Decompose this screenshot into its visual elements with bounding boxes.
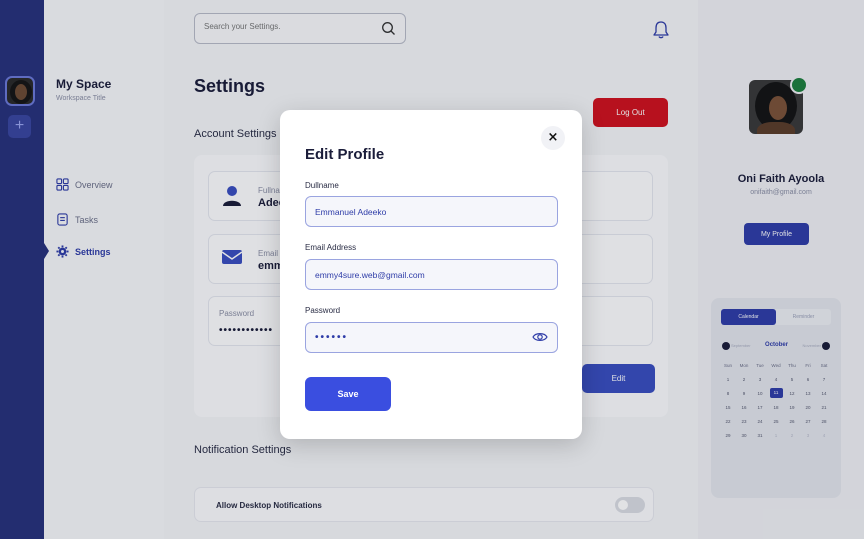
save-button[interactable]: Save (305, 377, 391, 411)
fullname-field[interactable] (305, 196, 558, 227)
eye-icon[interactable] (532, 329, 548, 345)
edit-profile-modal: × Edit Profile Dullname Email Address Pa… (280, 110, 582, 439)
email-field-label: Email Address (305, 243, 357, 252)
modal-title: Edit Profile (305, 146, 385, 163)
close-button[interactable]: × (541, 126, 565, 150)
password-field[interactable] (305, 322, 558, 353)
password-field-label: Password (305, 306, 341, 315)
email-field[interactable] (305, 259, 558, 290)
fullname-field-label: Dullname (305, 181, 339, 190)
